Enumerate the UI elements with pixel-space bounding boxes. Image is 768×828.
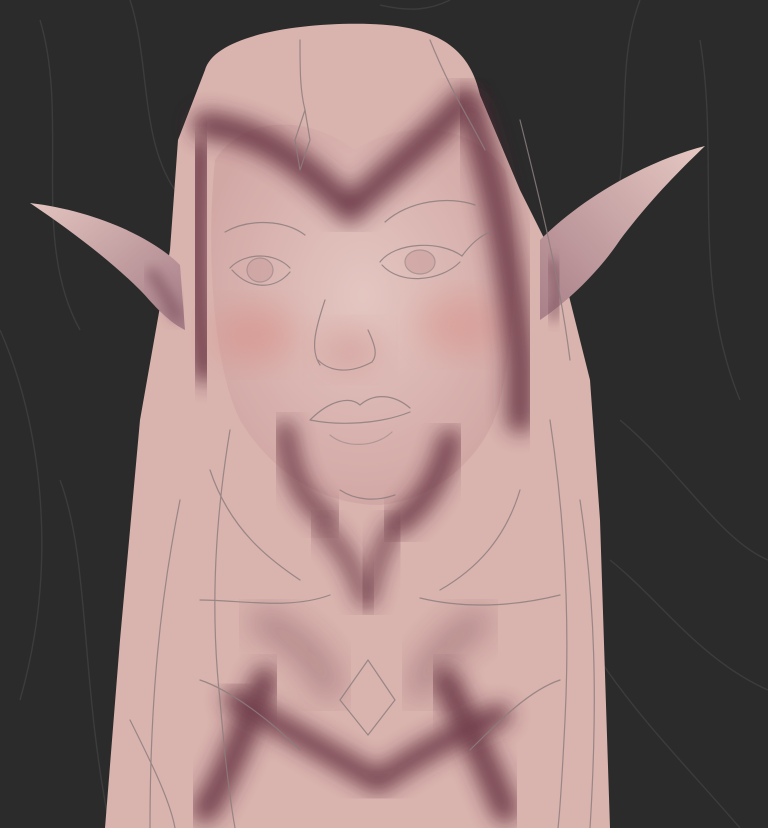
artwork-canvas xyxy=(0,0,768,828)
elf-painting xyxy=(0,0,768,828)
right-ear xyxy=(540,146,705,320)
